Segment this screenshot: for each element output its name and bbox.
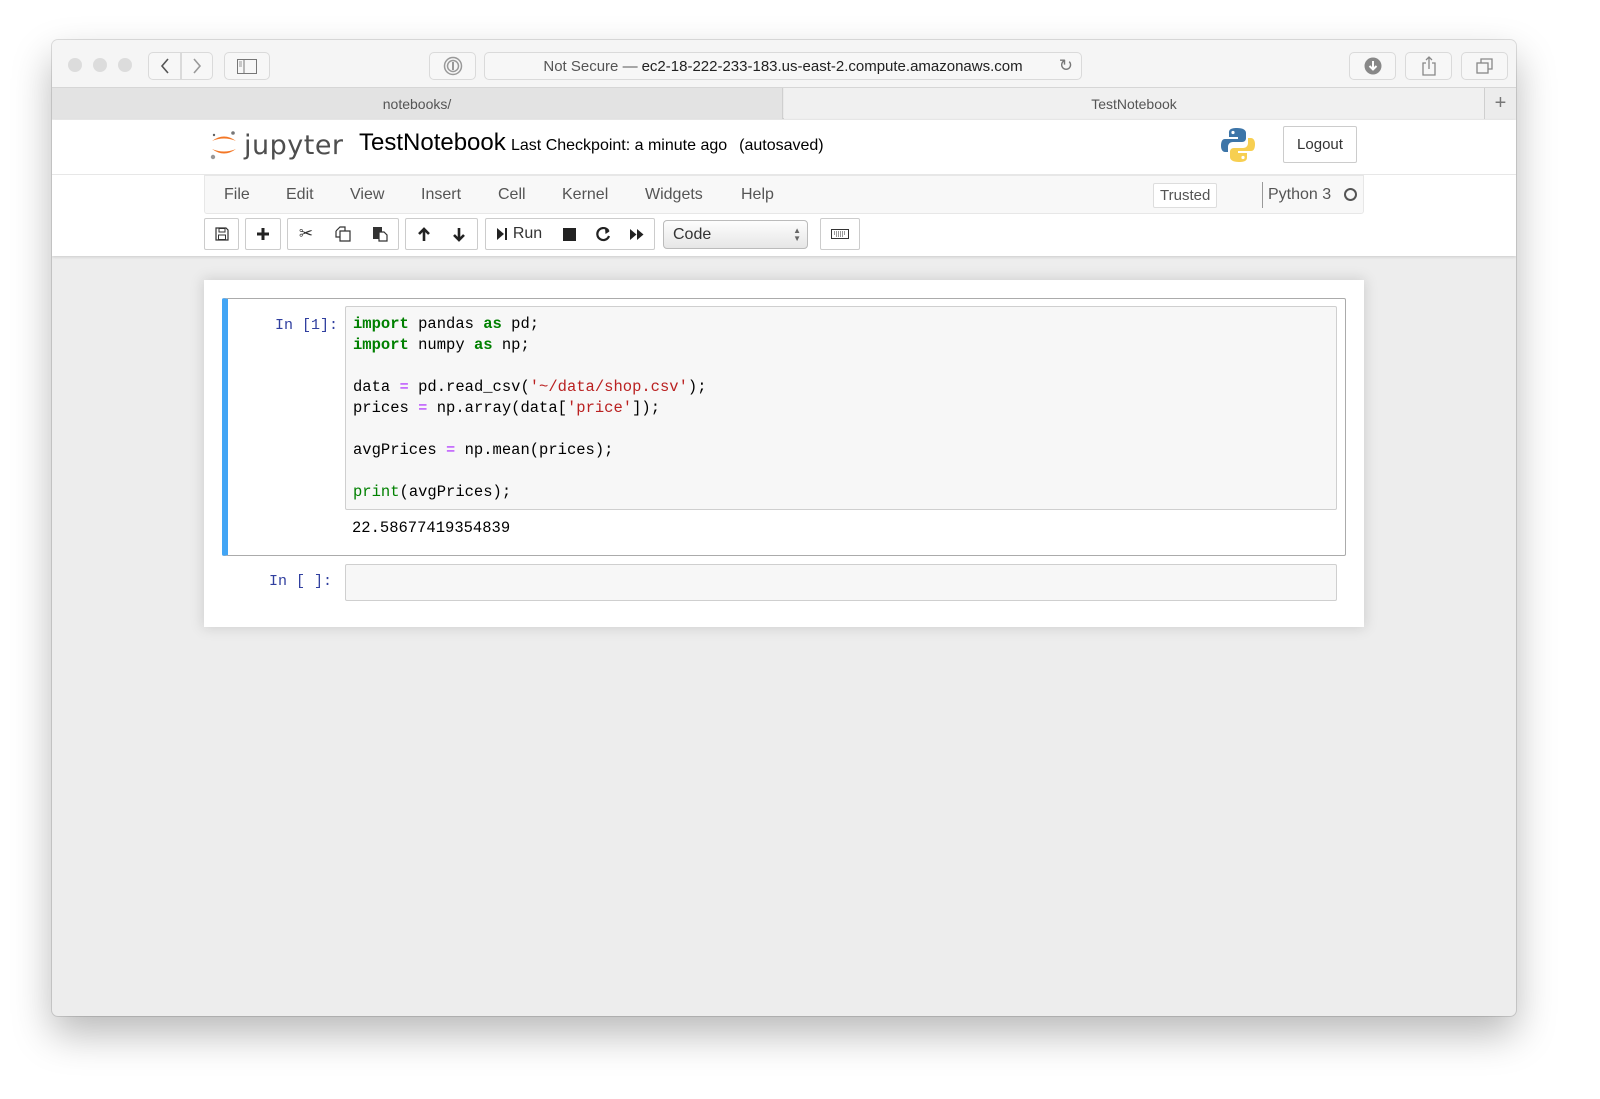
input-prompt: In [ ]: [268,573,332,590]
menu-insert[interactable]: Insert [421,186,461,204]
cell-output: 22.58677419354839 [352,519,511,537]
restart-run-all-button[interactable] [620,218,655,250]
plus-icon [257,228,269,240]
menu-widgets[interactable]: Widgets [645,186,703,204]
command-palette-button[interactable] [820,218,860,250]
password-manager-button[interactable] [429,52,476,80]
tab-overview-button[interactable] [1461,52,1508,80]
interrupt-kernel-button[interactable] [552,218,587,250]
reload-icon[interactable]: ↻ [1059,56,1073,76]
code-content[interactable]: import pandas as pd; import numpy as np;… [346,307,1336,510]
fast-forward-icon [630,228,644,240]
restart-kernel-button[interactable] [586,218,621,250]
code-cell-1[interactable]: In [1]: import pandas as pd; import nump… [222,298,1346,556]
step-forward-icon [496,228,507,240]
back-button[interactable] [148,52,181,80]
code-line: import numpy as np; [353,336,530,354]
browser-toolbar: Not Secure — ec2-18-222-233-183.us-east-… [52,40,1516,88]
copy-button[interactable] [324,218,362,250]
zoom-window-button[interactable] [118,58,132,72]
checkpoint-status: Last Checkpoint: a minute ago (autosaved) [511,137,824,155]
browser-window: Not Secure — ec2-18-222-233-183.us-east-… [52,40,1516,1016]
tab-label: notebooks/ [382,95,452,112]
kernel-name-label: Python 3 [1268,186,1332,203]
input-prompt: In [1]: [274,317,338,334]
code-cell-2[interactable]: In [ ]: [222,562,1346,606]
code-line: print(avgPrices); [353,483,512,501]
password-manager-icon [443,56,462,76]
python-logo-icon [1220,126,1256,169]
save-icon [214,227,229,241]
menu-view[interactable]: View [350,186,384,204]
notebook-container: In [1]: import pandas as pd; import nump… [204,280,1364,627]
logout-button[interactable]: Logout [1283,126,1357,163]
cell-type-select[interactable]: Code ▲ ▼ [663,220,808,249]
tab-notebooks[interactable]: notebooks/ [52,88,783,119]
sidebar-icon [237,58,257,74]
code-line: import pandas as pd; [353,315,540,333]
sidebar-toggle-button[interactable] [224,52,270,80]
tab-testnotebook[interactable]: TestNotebook [784,88,1484,119]
last-checkpoint: Last Checkpoint: a minute ago [511,137,728,154]
chevron-left-icon [160,58,169,74]
notebook-title[interactable]: TestNotebook [359,129,506,157]
downloads-button[interactable] [1349,52,1396,80]
menu-bar: File Edit View Insert Cell Kernel Widget… [204,175,1364,214]
stop-icon [562,227,576,241]
code-editor-empty[interactable] [345,564,1337,601]
security-label: Not Secure — [543,57,638,75]
menu-file[interactable]: File [224,186,250,204]
forward-button[interactable] [181,52,213,80]
tab-label: TestNotebook [1091,95,1177,112]
jupyter-header: jupyter TestNotebook Last Checkpoint: a … [52,120,1516,256]
chevron-right-icon [193,58,202,74]
share-icon [1421,56,1436,76]
restart-icon [595,226,610,241]
run-label: Run [512,225,543,242]
tabs-icon [1475,58,1493,74]
cut-button[interactable]: ✂ [287,218,325,250]
trusted-indicator[interactable]: Trusted [1153,183,1218,208]
plus-icon: + [1494,92,1507,114]
keyboard-icon [831,229,849,239]
jupyter-logo-icon [210,131,236,160]
url-host: ec2-18-222-233-183.us-east-2.compute.ama… [641,57,1023,75]
menu-cell[interactable]: Cell [498,186,526,204]
download-icon [1364,57,1381,75]
share-button[interactable] [1405,52,1452,80]
jupyter-logo[interactable]: jupyter [210,128,344,162]
address-bar[interactable]: Not Secure — ec2-18-222-233-183.us-east-… [484,52,1082,80]
logout-label: Logout [1297,136,1343,153]
save-button[interactable] [204,218,239,250]
insert-cell-button[interactable] [245,218,281,250]
run-button[interactable]: Run [485,218,553,250]
code-line: prices = np.array(data['price']); [353,399,660,417]
copy-icon [334,226,351,242]
move-cell-down-button[interactable] [441,218,478,250]
minimize-window-button[interactable] [93,58,107,72]
autosave-status: (autosaved) [739,137,824,154]
code-editor[interactable]: import pandas as pd; import numpy as np;… [345,306,1337,510]
select-arrows-icon: ▲ ▼ [793,226,801,243]
menu-help[interactable]: Help [741,186,774,204]
arrow-up-icon [417,226,430,241]
kernel-idle-indicator-icon [1344,188,1357,201]
paste-button[interactable] [361,218,399,250]
arrow-down-icon [453,227,465,242]
close-window-button[interactable] [68,58,82,72]
tab-bar: notebooks/ TestNotebook + [52,88,1516,119]
code-line: data = pd.read_csv('~/data/shop.csv'); [353,378,707,396]
trusted-label: Trusted [1160,187,1211,204]
paste-icon [372,227,388,242]
kernel-name: Python 3 [1262,182,1331,208]
code-line: avgPrices = np.mean(prices); [353,441,614,459]
new-tab-button[interactable]: + [1484,88,1516,119]
jupyter-logo-text: jupyter [244,129,344,161]
menu-edit[interactable]: Edit [286,186,314,204]
menu-kernel[interactable]: Kernel [562,186,608,204]
cell-type-value: Code [673,225,712,243]
move-cell-up-button[interactable] [405,218,442,250]
scissors-icon: ✂ [298,224,314,243]
